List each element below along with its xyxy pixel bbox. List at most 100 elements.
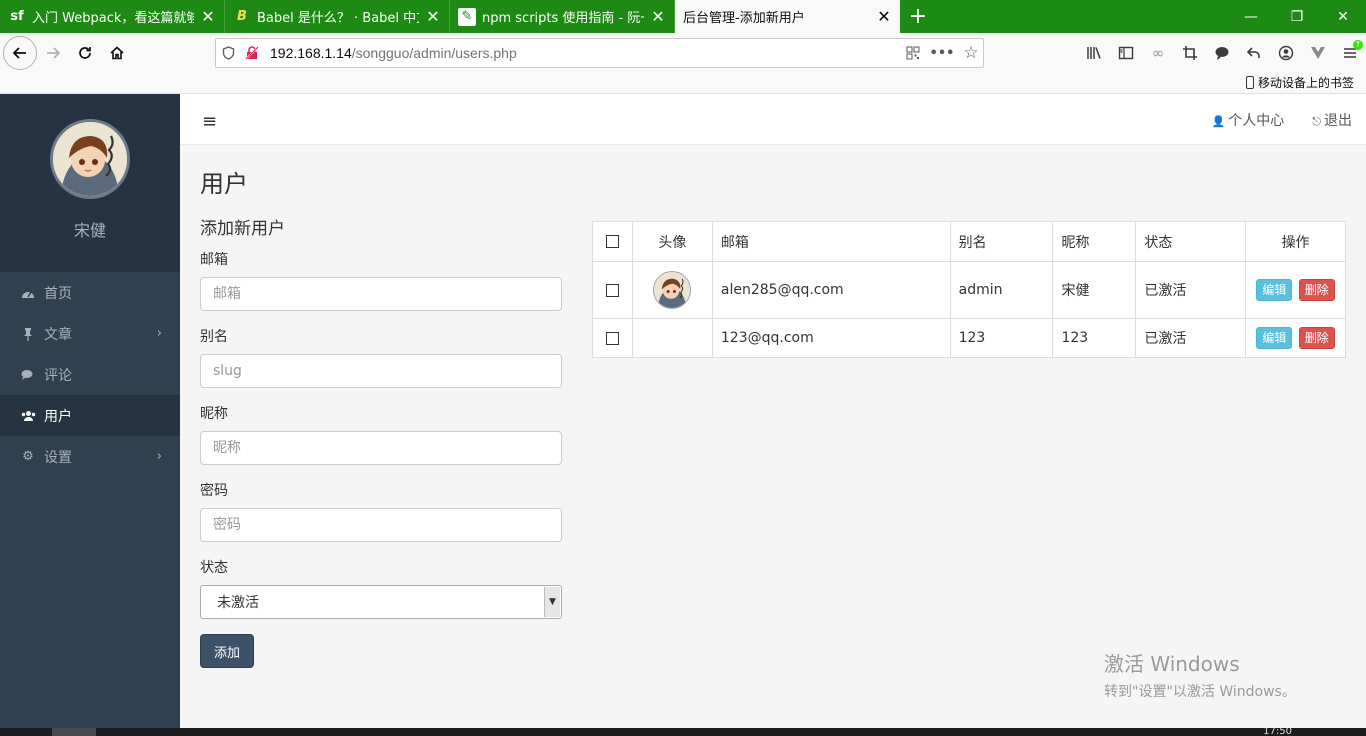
slug-field[interactable] (200, 354, 562, 388)
select-all-checkbox[interactable] (605, 235, 619, 248)
table-row: 123@qq.com 123 123 已激活 编辑 删除 (592, 318, 1346, 358)
watermark-subtitle: 转到"设置"以激活 Windows。 (1104, 684, 1296, 700)
new-tab-button[interactable]: + (900, 0, 936, 33)
email-cell: alen285@qq.com (711, 261, 951, 319)
update-badge-icon: ↑ (1353, 40, 1363, 50)
chevron-down-icon[interactable]: ▼ (544, 587, 560, 617)
status-select[interactable]: 未激活 ▼ (200, 585, 562, 619)
url-text[interactable]: 192.168.1.14/songguo/admin/users.php (270, 45, 901, 61)
taskbar-app[interactable] (52, 728, 96, 736)
restore-icon[interactable]: ❐ (1274, 0, 1320, 33)
email-label: 邮箱 (200, 252, 228, 268)
vue-devtools-icon[interactable] (1302, 37, 1334, 69)
close-tab-icon[interactable]: ✕ (876, 7, 892, 26)
watermark-title: 激活 Windows (1104, 652, 1240, 676)
thumbtack-icon (20, 327, 36, 341)
tab-title: npm scripts 使用指南 - 阮一峰 (482, 11, 644, 26)
sidebar-item-users[interactable]: 用户 (0, 395, 180, 436)
forward-button[interactable] (37, 37, 69, 69)
slug-cell: 123 (949, 318, 1054, 358)
add-user-form: 添加新用户 邮箱 别名 昵称 密码 状态 未激活 ▼ (200, 214, 562, 668)
logout-link[interactable]: ⎋ 退出 (1312, 110, 1352, 130)
reload-button[interactable] (69, 37, 101, 69)
sidebar-item-settings[interactable]: ⚙ 设置 › (0, 436, 180, 477)
close-tab-icon[interactable]: ✕ (425, 7, 441, 26)
tab-title: Babel 是什么？ · Babel 中文网 (257, 11, 419, 26)
address-bar[interactable]: 192.168.1.14/songguo/admin/users.php •••… (215, 38, 984, 68)
slug-label: 别名 (200, 329, 228, 345)
account-icon[interactable] (1270, 37, 1302, 69)
babel-favicon-icon: B (237, 9, 247, 24)
page-actions-icon[interactable]: ••• (925, 39, 959, 67)
delete-button[interactable]: 删除 (1298, 327, 1335, 349)
sidebar-item-label: 设置 (44, 449, 72, 466)
edit-button[interactable]: 编辑 (1256, 279, 1293, 301)
bookmark-star-icon[interactable]: ☆ (959, 39, 983, 67)
avatar[interactable] (50, 119, 130, 199)
sidebar-item-articles[interactable]: 文章 › (0, 313, 180, 354)
header-nickname: 昵称 (1052, 221, 1137, 262)
avatar (653, 271, 692, 309)
profile-link-label: 个人中心 (1228, 113, 1285, 129)
menu-icon[interactable]: ↑ (1334, 37, 1366, 69)
nickname-cell: 123 (1052, 318, 1137, 358)
insecure-connection-icon[interactable] (240, 39, 264, 67)
undo-icon[interactable] (1238, 37, 1270, 69)
shield-icon[interactable] (216, 39, 240, 67)
header-email: 邮箱 (711, 221, 951, 262)
sidebar-item-home[interactable]: 首页 (0, 272, 180, 313)
page-title: 用户 (200, 170, 248, 198)
url-path: /songguo/admin/users.php (351, 45, 517, 61)
profile-link[interactable]: 👤 个人中心 (1212, 110, 1285, 130)
browser-tab-active[interactable]: 后台管理-添加新用户 ✕ (675, 0, 900, 33)
extension-icon[interactable]: ∞ (1142, 37, 1174, 69)
home-button[interactable] (101, 37, 133, 69)
row-checkbox[interactable] (605, 283, 619, 297)
window-controls: — ❐ ✕ (1228, 0, 1366, 33)
actions-cell: 编辑 删除 (1245, 318, 1346, 358)
dashboard-icon (20, 287, 36, 299)
row-select-cell (592, 318, 633, 358)
password-field[interactable] (200, 508, 562, 542)
sidebar-item-label: 文章 (44, 326, 72, 343)
mobile-bookmarks-label: 移动设备上的书签 (1257, 76, 1354, 90)
sidebar-item-comments[interactable]: 评论 (0, 354, 180, 395)
form-title: 添加新用户 (200, 219, 285, 239)
chevron-right-icon: › (156, 326, 162, 341)
qr-code-icon[interactable] (901, 39, 925, 67)
comments-icon (20, 369, 36, 381)
crop-icon[interactable] (1174, 37, 1206, 69)
toolbar-right: ∞ ↑ (1078, 33, 1366, 73)
nickname-field[interactable] (200, 431, 562, 465)
nickname-cell: 宋健 (1052, 261, 1137, 319)
delete-button[interactable]: 删除 (1298, 279, 1335, 301)
close-tab-icon[interactable]: ✕ (650, 7, 666, 26)
select-all-header (592, 221, 633, 262)
sidebar-toggle-icon[interactable]: ≡ (202, 111, 217, 132)
chat-icon[interactable] (1206, 37, 1238, 69)
browser-tab[interactable]: ✎ npm scripts 使用指南 - 阮一峰 ✕ (450, 0, 675, 33)
topbar-links: 👤 个人中心 ⎋ 退出 (1212, 110, 1352, 130)
email-cell: 123@qq.com (711, 318, 951, 358)
email-field[interactable] (200, 277, 562, 311)
back-button[interactable] (3, 36, 37, 70)
table-row: alen285@qq.com admin 宋健 已激活 编辑 删除 (592, 261, 1346, 319)
library-icon[interactable] (1078, 37, 1110, 69)
sidebar-icon[interactable] (1110, 37, 1142, 69)
password-label: 密码 (200, 483, 228, 499)
mobile-bookmarks-link[interactable]: 移动设备上的书签 (1245, 74, 1354, 91)
close-window-icon[interactable]: ✕ (1320, 0, 1366, 33)
close-tab-icon[interactable]: ✕ (200, 7, 216, 26)
sidebar-profile: 宋健 (0, 94, 180, 272)
header-avatar: 头像 (631, 221, 713, 262)
arrow-left-icon (12, 47, 26, 59)
user-icon: 👤 (1211, 115, 1226, 128)
tab-title: 后台管理-添加新用户 (683, 11, 805, 26)
row-checkbox[interactable] (605, 331, 619, 345)
browser-tab[interactable]: B Babel 是什么？ · Babel 中文网 ✕ (225, 0, 450, 33)
browser-tab[interactable]: sf 入门 Webpack，看这篇就够了 ✕ (0, 0, 225, 33)
minimize-icon[interactable]: — (1228, 0, 1274, 33)
edit-button[interactable]: 编辑 (1256, 327, 1293, 349)
sign-out-icon: ⎋ (1312, 115, 1321, 128)
add-user-button[interactable]: 添加 (200, 634, 254, 668)
